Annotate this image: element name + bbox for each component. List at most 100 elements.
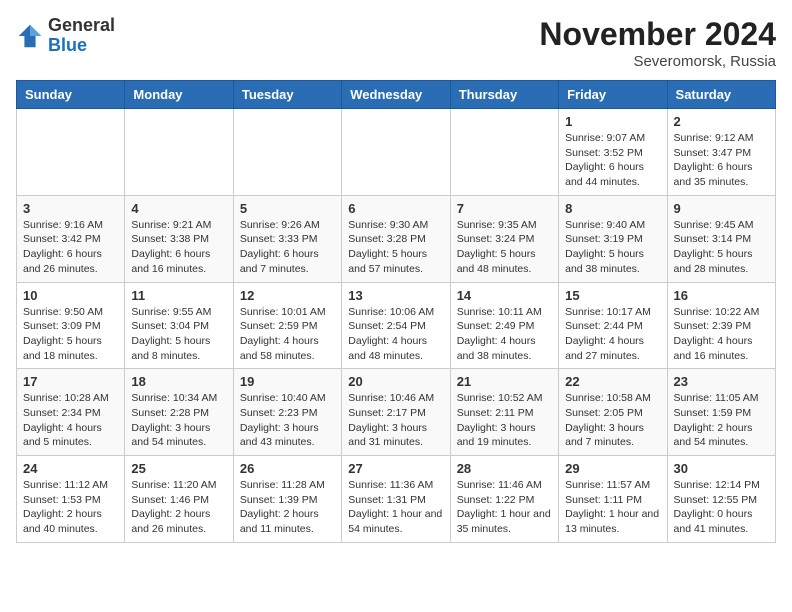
day-info: Sunrise: 9:12 AM Sunset: 3:47 PM Dayligh… — [674, 131, 769, 190]
calendar-cell: 13 Sunrise: 10:06 AM Sunset: 2:54 PM Dayl… — [342, 282, 450, 369]
calendar-cell: 27 Sunrise: 11:36 AM Sunset: 1:31 PM Dayl… — [342, 456, 450, 543]
day-number: 6 — [348, 201, 443, 216]
calendar-cell — [233, 109, 341, 196]
day-number: 1 — [565, 114, 660, 129]
week-row-4: 17Sunrise: 10:28 AM Sunset: 2:34 PM Dayl… — [17, 369, 776, 456]
day-info: Sunrise: 11:12 AM Sunset: 1:53 PM Daylig… — [23, 478, 118, 537]
calendar-cell — [125, 109, 233, 196]
day-number: 7 — [457, 201, 552, 216]
day-number: 21 — [457, 374, 552, 389]
day-number: 23 — [674, 374, 769, 389]
column-header-thursday: Thursday — [450, 81, 558, 109]
day-info: Sunrise: 10:58 AM Sunset: 2:05 PM Daylig… — [565, 391, 660, 450]
column-header-friday: Friday — [559, 81, 667, 109]
calendar-cell — [17, 109, 125, 196]
week-row-1: 1Sunrise: 9:07 AM Sunset: 3:52 PM Daylig… — [17, 109, 776, 196]
calendar-cell: 21 Sunrise: 10:52 AM Sunset: 2:11 PM Dayl… — [450, 369, 558, 456]
day-number: 24 — [23, 461, 118, 476]
day-number: 20 — [348, 374, 443, 389]
calendar-cell: 29 Sunrise: 11:57 AM Sunset: 1:11 PM Dayl… — [559, 456, 667, 543]
day-info: Sunrise: 10:34 AM Sunset: 2:28 PM Daylig… — [131, 391, 226, 450]
day-number: 8 — [565, 201, 660, 216]
day-number: 17 — [23, 374, 118, 389]
day-info: Sunrise: 9:55 AM Sunset: 3:04 PM Dayligh… — [131, 305, 226, 364]
calendar-cell: 4 Sunrise: 9:21 AM Sunset: 3:38 PM Daylig… — [125, 195, 233, 282]
week-row-5: 24 Sunrise: 11:12 AM Sunset: 1:53 PM Dayl… — [17, 456, 776, 543]
day-info: Sunrise: 10:06 AM Sunset: 2:54 PM Daylig… — [348, 305, 443, 364]
day-number: 22 — [565, 374, 660, 389]
day-info: Sunrise: 9:30 AM Sunset: 3:28 PM Dayligh… — [348, 218, 443, 277]
day-number: 10 — [23, 288, 118, 303]
day-number: 26 — [240, 461, 335, 476]
column-header-wednesday: Wednesday — [342, 81, 450, 109]
location-subtitle: Severomorsk, Russia — [539, 53, 776, 70]
column-header-tuesday: Tuesday — [233, 81, 341, 109]
calendar-cell: 23 Sunrise: 11:05 AM Sunset: 1:59 PM Dayl… — [667, 369, 775, 456]
day-number: 9 — [674, 201, 769, 216]
calendar-cell: 24 Sunrise: 11:12 AM Sunset: 1:53 PM Dayl… — [17, 456, 125, 543]
day-info: Sunrise: 9:16 AM Sunset: 3:42 PM Dayligh… — [23, 218, 118, 277]
logo-text: General Blue — [48, 16, 115, 56]
calendar-cell: 20Sunrise: 10:46 AM Sunset: 2:17 PM Dayl… — [342, 369, 450, 456]
day-info: Sunrise: 10:11 AM Sunset: 2:49 PM Daylig… — [457, 305, 552, 364]
calendar-cell: 14 Sunrise: 10:11 AM Sunset: 2:49 PM Dayl… — [450, 282, 558, 369]
month-title: November 2024 — [539, 16, 776, 53]
logo-general: General — [48, 15, 115, 35]
day-number: 4 — [131, 201, 226, 216]
calendar-cell: 9 Sunrise: 9:45 AM Sunset: 3:14 PM Daylig… — [667, 195, 775, 282]
calendar-cell: 1Sunrise: 9:07 AM Sunset: 3:52 PM Daylig… — [559, 109, 667, 196]
calendar-cell: 17Sunrise: 10:28 AM Sunset: 2:34 PM Dayl… — [17, 369, 125, 456]
calendar-header-row: SundayMondayTuesdayWednesdayThursdayFrid… — [17, 81, 776, 109]
calendar-cell: 25Sunrise: 11:20 AM Sunset: 1:46 PM Dayl… — [125, 456, 233, 543]
day-info: Sunrise: 11:28 AM Sunset: 1:39 PM Daylig… — [240, 478, 335, 537]
day-info: Sunrise: 9:35 AM Sunset: 3:24 PM Dayligh… — [457, 218, 552, 277]
day-info: Sunrise: 9:40 AM Sunset: 3:19 PM Dayligh… — [565, 218, 660, 277]
calendar-cell: 18Sunrise: 10:34 AM Sunset: 2:28 PM Dayl… — [125, 369, 233, 456]
day-info: Sunrise: 9:26 AM Sunset: 3:33 PM Dayligh… — [240, 218, 335, 277]
day-info: Sunrise: 11:57 AM Sunset: 1:11 PM Daylig… — [565, 478, 660, 537]
day-info: Sunrise: 9:45 AM Sunset: 3:14 PM Dayligh… — [674, 218, 769, 277]
day-info: Sunrise: 10:01 AM Sunset: 2:59 PM Daylig… — [240, 305, 335, 364]
page-header: General Blue November 2024 Severomorsk, … — [16, 16, 776, 70]
day-number: 2 — [674, 114, 769, 129]
week-row-2: 3 Sunrise: 9:16 AM Sunset: 3:42 PM Daylig… — [17, 195, 776, 282]
calendar-cell: 26 Sunrise: 11:28 AM Sunset: 1:39 PM Dayl… — [233, 456, 341, 543]
logo-blue: Blue — [48, 35, 87, 55]
calendar-cell: 6 Sunrise: 9:30 AM Sunset: 3:28 PM Daylig… — [342, 195, 450, 282]
calendar-cell — [342, 109, 450, 196]
day-number: 12 — [240, 288, 335, 303]
day-info: Sunrise: 11:36 AM Sunset: 1:31 PM Daylig… — [348, 478, 443, 537]
day-info: Sunrise: 10:52 AM Sunset: 2:11 PM Daylig… — [457, 391, 552, 450]
calendar-cell: 30 Sunrise: 12:14 PM Sunset: 12:55 PM Day… — [667, 456, 775, 543]
calendar-cell: 8 Sunrise: 9:40 AM Sunset: 3:19 PM Daylig… — [559, 195, 667, 282]
calendar-cell: 3 Sunrise: 9:16 AM Sunset: 3:42 PM Daylig… — [17, 195, 125, 282]
day-info: Sunrise: 9:50 AM Sunset: 3:09 PM Dayligh… — [23, 305, 118, 364]
day-info: Sunrise: 10:22 AM Sunset: 2:39 PM Daylig… — [674, 305, 769, 364]
calendar-cell: 15Sunrise: 10:17 AM Sunset: 2:44 PM Dayl… — [559, 282, 667, 369]
day-info: Sunrise: 10:40 AM Sunset: 2:23 PM Daylig… — [240, 391, 335, 450]
column-header-saturday: Saturday — [667, 81, 775, 109]
calendar-cell: 2 Sunrise: 9:12 AM Sunset: 3:47 PM Daylig… — [667, 109, 775, 196]
day-number: 30 — [674, 461, 769, 476]
day-number: 29 — [565, 461, 660, 476]
day-number: 13 — [348, 288, 443, 303]
calendar-cell: 12 Sunrise: 10:01 AM Sunset: 2:59 PM Dayl… — [233, 282, 341, 369]
day-number: 19 — [240, 374, 335, 389]
calendar-table: SundayMondayTuesdayWednesdayThursdayFrid… — [16, 80, 776, 543]
day-number: 27 — [348, 461, 443, 476]
day-info: Sunrise: 11:05 AM Sunset: 1:59 PM Daylig… — [674, 391, 769, 450]
week-row-3: 10 Sunrise: 9:50 AM Sunset: 3:09 PM Dayli… — [17, 282, 776, 369]
calendar-cell: 10 Sunrise: 9:50 AM Sunset: 3:09 PM Dayli… — [17, 282, 125, 369]
calendar-cell: 7 Sunrise: 9:35 AM Sunset: 3:24 PM Daylig… — [450, 195, 558, 282]
day-info: Sunrise: 10:17 AM Sunset: 2:44 PM Daylig… — [565, 305, 660, 364]
column-header-monday: Monday — [125, 81, 233, 109]
calendar-cell — [450, 109, 558, 196]
day-number: 3 — [23, 201, 118, 216]
calendar-cell: 5Sunrise: 9:26 AM Sunset: 3:33 PM Daylig… — [233, 195, 341, 282]
day-info: Sunrise: 9:21 AM Sunset: 3:38 PM Dayligh… — [131, 218, 226, 277]
column-header-sunday: Sunday — [17, 81, 125, 109]
day-info: Sunrise: 12:14 PM Sunset: 12:55 PM Dayli… — [674, 478, 769, 537]
day-number: 11 — [131, 288, 226, 303]
calendar-cell: 11 Sunrise: 9:55 AM Sunset: 3:04 PM Dayli… — [125, 282, 233, 369]
day-number: 14 — [457, 288, 552, 303]
